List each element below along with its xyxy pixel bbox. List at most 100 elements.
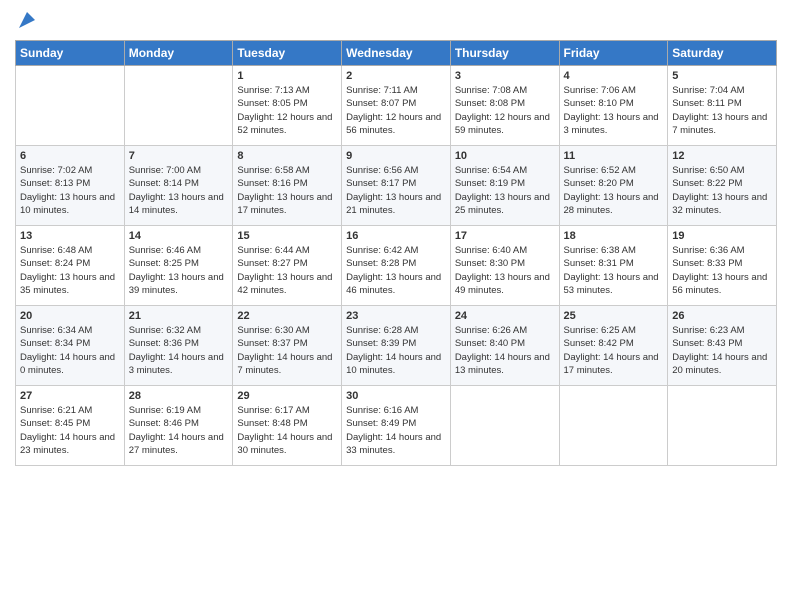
day-cell: 13 Sunrise: 6:48 AMSunset: 8:24 PMDayligh… <box>16 226 125 306</box>
day-number: 5 <box>672 70 772 82</box>
day-cell: 8 Sunrise: 6:58 AMSunset: 8:16 PMDaylight… <box>233 146 342 226</box>
day-number: 30 <box>346 390 446 402</box>
week-row-3: 13 Sunrise: 6:48 AMSunset: 8:24 PMDayligh… <box>16 226 777 306</box>
day-info: Sunrise: 6:28 AMSunset: 8:39 PMDaylight:… <box>346 324 446 377</box>
day-number: 6 <box>20 150 120 162</box>
day-info: Sunrise: 6:46 AMSunset: 8:25 PMDaylight:… <box>129 244 229 297</box>
day-cell: 17 Sunrise: 6:40 AMSunset: 8:30 PMDayligh… <box>450 226 559 306</box>
day-number: 13 <box>20 230 120 242</box>
col-header-sunday: Sunday <box>16 41 125 66</box>
day-info: Sunrise: 6:36 AMSunset: 8:33 PMDaylight:… <box>672 244 772 297</box>
day-cell: 7 Sunrise: 7:00 AMSunset: 8:14 PMDaylight… <box>124 146 233 226</box>
day-info: Sunrise: 7:13 AMSunset: 8:05 PMDaylight:… <box>237 84 337 137</box>
day-number: 15 <box>237 230 337 242</box>
day-info: Sunrise: 6:32 AMSunset: 8:36 PMDaylight:… <box>129 324 229 377</box>
day-cell: 19 Sunrise: 6:36 AMSunset: 8:33 PMDayligh… <box>668 226 777 306</box>
day-info: Sunrise: 6:48 AMSunset: 8:24 PMDaylight:… <box>20 244 120 297</box>
day-number: 7 <box>129 150 229 162</box>
day-info: Sunrise: 6:26 AMSunset: 8:40 PMDaylight:… <box>455 324 555 377</box>
day-info: Sunrise: 6:54 AMSunset: 8:19 PMDaylight:… <box>455 164 555 217</box>
day-cell: 11 Sunrise: 6:52 AMSunset: 8:20 PMDayligh… <box>559 146 668 226</box>
day-number: 8 <box>237 150 337 162</box>
day-info: Sunrise: 6:52 AMSunset: 8:20 PMDaylight:… <box>564 164 664 217</box>
day-info: Sunrise: 7:00 AMSunset: 8:14 PMDaylight:… <box>129 164 229 217</box>
day-info: Sunrise: 6:25 AMSunset: 8:42 PMDaylight:… <box>564 324 664 377</box>
day-number: 4 <box>564 70 664 82</box>
day-info: Sunrise: 6:44 AMSunset: 8:27 PMDaylight:… <box>237 244 337 297</box>
day-cell <box>16 66 125 146</box>
col-header-monday: Monday <box>124 41 233 66</box>
col-header-saturday: Saturday <box>668 41 777 66</box>
day-info: Sunrise: 6:21 AMSunset: 8:45 PMDaylight:… <box>20 404 120 457</box>
day-cell: 28Sunrise: 6:19 AMSunset: 8:46 PMDayligh… <box>124 386 233 466</box>
col-header-friday: Friday <box>559 41 668 66</box>
day-number: 1 <box>237 70 337 82</box>
day-info: Sunrise: 6:34 AMSunset: 8:34 PMDaylight:… <box>20 324 120 377</box>
week-row-4: 20 Sunrise: 6:34 AMSunset: 8:34 PMDayligh… <box>16 306 777 386</box>
day-cell: 1 Sunrise: 7:13 AMSunset: 8:05 PMDaylight… <box>233 66 342 146</box>
day-cell: 18 Sunrise: 6:38 AMSunset: 8:31 PMDayligh… <box>559 226 668 306</box>
week-row-2: 6 Sunrise: 7:02 AMSunset: 8:13 PMDaylight… <box>16 146 777 226</box>
day-number: 24 <box>455 310 555 322</box>
day-cell <box>559 386 668 466</box>
day-info: Sunrise: 6:19 AMSunset: 8:46 PMDaylight:… <box>129 404 229 457</box>
col-header-wednesday: Wednesday <box>342 41 451 66</box>
day-number: 10 <box>455 150 555 162</box>
day-number: 26 <box>672 310 772 322</box>
day-cell: 12 Sunrise: 6:50 AMSunset: 8:22 PMDayligh… <box>668 146 777 226</box>
col-header-thursday: Thursday <box>450 41 559 66</box>
day-number: 12 <box>672 150 772 162</box>
day-number: 27 <box>20 390 120 402</box>
day-info: Sunrise: 6:38 AMSunset: 8:31 PMDaylight:… <box>564 244 664 297</box>
day-info: Sunrise: 6:58 AMSunset: 8:16 PMDaylight:… <box>237 164 337 217</box>
day-number: 21 <box>129 310 229 322</box>
day-info: Sunrise: 6:17 AMSunset: 8:48 PMDaylight:… <box>237 404 337 457</box>
day-info: Sunrise: 6:42 AMSunset: 8:28 PMDaylight:… <box>346 244 446 297</box>
day-cell: 9 Sunrise: 6:56 AMSunset: 8:17 PMDaylight… <box>342 146 451 226</box>
day-cell: 27 Sunrise: 6:21 AMSunset: 8:45 PMDayligh… <box>16 386 125 466</box>
day-cell: 22 Sunrise: 6:30 AMSunset: 8:37 PMDayligh… <box>233 306 342 386</box>
day-info: Sunrise: 7:02 AMSunset: 8:13 PMDaylight:… <box>20 164 120 217</box>
day-info: Sunrise: 6:50 AMSunset: 8:22 PMDaylight:… <box>672 164 772 217</box>
day-number: 29 <box>237 390 337 402</box>
day-number: 17 <box>455 230 555 242</box>
day-number: 22 <box>237 310 337 322</box>
day-cell: 3 Sunrise: 7:08 AMSunset: 8:08 PMDaylight… <box>450 66 559 146</box>
day-number: 23 <box>346 310 446 322</box>
day-cell <box>124 66 233 146</box>
calendar-table: SundayMondayTuesdayWednesdayThursdayFrid… <box>15 40 777 466</box>
day-cell: 14 Sunrise: 6:46 AMSunset: 8:25 PMDayligh… <box>124 226 233 306</box>
day-number: 9 <box>346 150 446 162</box>
day-cell: 20 Sunrise: 6:34 AMSunset: 8:34 PMDayligh… <box>16 306 125 386</box>
day-info: Sunrise: 7:08 AMSunset: 8:08 PMDaylight:… <box>455 84 555 137</box>
day-info: Sunrise: 6:56 AMSunset: 8:17 PMDaylight:… <box>346 164 446 217</box>
day-info: Sunrise: 6:40 AMSunset: 8:30 PMDaylight:… <box>455 244 555 297</box>
week-row-1: 1 Sunrise: 7:13 AMSunset: 8:05 PMDaylight… <box>16 66 777 146</box>
day-info: Sunrise: 7:11 AMSunset: 8:07 PMDaylight:… <box>346 84 446 137</box>
day-cell: 4Sunrise: 7:06 AMSunset: 8:10 PMDaylight… <box>559 66 668 146</box>
day-cell: 23 Sunrise: 6:28 AMSunset: 8:39 PMDayligh… <box>342 306 451 386</box>
day-cell: 21 Sunrise: 6:32 AMSunset: 8:36 PMDayligh… <box>124 306 233 386</box>
day-info: Sunrise: 6:16 AMSunset: 8:49 PMDaylight:… <box>346 404 446 457</box>
day-cell: 2 Sunrise: 7:11 AMSunset: 8:07 PMDaylight… <box>342 66 451 146</box>
day-cell: 16Sunrise: 6:42 AMSunset: 8:28 PMDayligh… <box>342 226 451 306</box>
col-header-tuesday: Tuesday <box>233 41 342 66</box>
day-cell: 15 Sunrise: 6:44 AMSunset: 8:27 PMDayligh… <box>233 226 342 306</box>
calendar-header-row: SundayMondayTuesdayWednesdayThursdayFrid… <box>16 41 777 66</box>
day-cell: 10 Sunrise: 6:54 AMSunset: 8:19 PMDayligh… <box>450 146 559 226</box>
day-number: 20 <box>20 310 120 322</box>
day-cell: 25Sunrise: 6:25 AMSunset: 8:42 PMDayligh… <box>559 306 668 386</box>
day-cell <box>668 386 777 466</box>
day-number: 3 <box>455 70 555 82</box>
week-row-5: 27 Sunrise: 6:21 AMSunset: 8:45 PMDayligh… <box>16 386 777 466</box>
day-info: Sunrise: 7:04 AMSunset: 8:11 PMDaylight:… <box>672 84 772 137</box>
day-number: 11 <box>564 150 664 162</box>
header <box>15 10 777 32</box>
day-number: 18 <box>564 230 664 242</box>
day-cell: 24 Sunrise: 6:26 AMSunset: 8:40 PMDayligh… <box>450 306 559 386</box>
day-number: 14 <box>129 230 229 242</box>
logo <box>15 10 37 32</box>
day-number: 2 <box>346 70 446 82</box>
day-info: Sunrise: 6:30 AMSunset: 8:37 PMDaylight:… <box>237 324 337 377</box>
day-number: 19 <box>672 230 772 242</box>
